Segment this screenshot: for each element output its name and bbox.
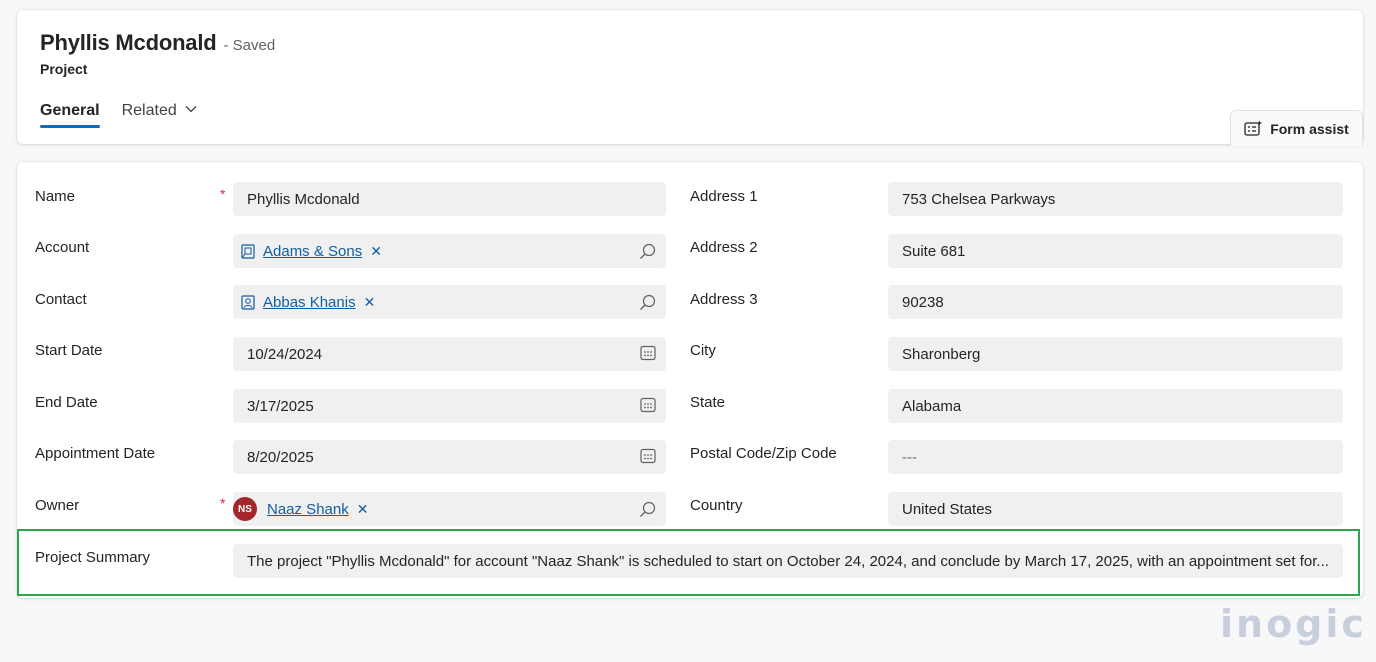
account-link[interactable]: Adams & Sons	[263, 243, 362, 260]
end-date-label: End Date	[35, 394, 98, 411]
account-remove-icon[interactable]: ✕	[370, 243, 382, 260]
state-label: State	[690, 394, 726, 411]
state-value: Alabama	[902, 397, 962, 415]
project-summary-value: The project "Phyllis Mcdonald" for accou…	[247, 552, 1329, 570]
form-assist-icon	[1244, 120, 1263, 136]
project-summary-label: Project Summary	[35, 549, 151, 566]
name-field[interactable]: Phyllis Mcdonald	[233, 182, 666, 216]
form-section: Name * Phyllis Mcdonald Account Adams & …	[17, 162, 1363, 598]
contact-chip: Abbas Khanis ✕	[237, 289, 381, 315]
avatar: NS	[233, 497, 257, 521]
record-header: Phyllis Mcdonald - Saved Project General…	[17, 10, 1363, 146]
tab-general-label: General	[40, 102, 100, 119]
postal-code-field[interactable]: ---	[888, 440, 1343, 474]
postal-code-value: ---	[902, 448, 917, 466]
contact-lookup[interactable]: Abbas Khanis ✕	[233, 285, 666, 319]
address3-label: Address 3	[690, 291, 758, 308]
name-required-marker: *	[220, 186, 226, 202]
account-lookup[interactable]: Adams & Sons ✕	[233, 234, 666, 268]
start-date-field[interactable]: 10/24/2024	[233, 337, 666, 371]
address1-label: Address 1	[690, 188, 758, 205]
save-status: - Saved	[223, 37, 276, 54]
appointment-date-label: Appointment Date	[35, 445, 156, 462]
address1-field[interactable]: 753 Chelsea Parkways	[888, 182, 1343, 216]
owner-chip: NS Naaz Shank ✕	[233, 496, 374, 522]
address1-value: 753 Chelsea Parkways	[902, 190, 1056, 208]
form-tabs: General Related	[40, 102, 219, 134]
contact-label: Contact	[35, 291, 87, 308]
brand-watermark: inogic	[1220, 602, 1367, 646]
end-date-field[interactable]: 3/17/2025	[233, 389, 666, 423]
tab-general[interactable]: General	[40, 102, 100, 134]
tab-related-label: Related	[121, 102, 177, 119]
country-label: Country	[690, 497, 743, 514]
account-chip: Adams & Sons ✕	[237, 238, 388, 264]
address2-value: Suite 681	[902, 242, 966, 260]
form-assist-button[interactable]: Form assist	[1230, 110, 1363, 146]
owner-required-marker: *	[220, 495, 226, 511]
project-summary-field[interactable]: The project "Phyllis Mcdonald" for accou…	[233, 544, 1343, 578]
appointment-date-field[interactable]: 8/20/2025	[233, 440, 666, 474]
entity-name: Project	[40, 61, 88, 77]
owner-lookup[interactable]: NS Naaz Shank ✕	[233, 492, 666, 526]
owner-label: Owner	[35, 497, 80, 514]
calendar-icon[interactable]	[640, 397, 656, 413]
contact-link[interactable]: Abbas Khanis	[263, 294, 356, 311]
record-title: Phyllis Mcdonald	[40, 30, 217, 55]
calendar-icon[interactable]	[640, 345, 656, 361]
country-field[interactable]: United States	[888, 492, 1343, 526]
calendar-icon[interactable]	[640, 448, 656, 464]
address3-value: 90238	[902, 293, 944, 311]
city-label: City	[690, 342, 716, 359]
appointment-date-value: 8/20/2025	[247, 448, 314, 466]
country-value: United States	[902, 500, 993, 518]
address2-label: Address 2	[690, 239, 758, 256]
owner-link[interactable]: Naaz Shank	[267, 501, 349, 518]
name-label: Name	[35, 188, 76, 205]
search-icon[interactable]	[639, 294, 656, 311]
owner-remove-icon[interactable]: ✕	[357, 501, 369, 518]
state-field[interactable]: Alabama	[888, 389, 1343, 423]
tab-related[interactable]: Related	[122, 102, 197, 134]
contact-entity-icon	[241, 294, 255, 310]
account-entity-icon	[241, 243, 255, 259]
start-date-label: Start Date	[35, 342, 103, 359]
city-value: Sharonberg	[902, 345, 981, 363]
search-icon[interactable]	[639, 501, 656, 518]
title-row: Phyllis Mcdonald - Saved	[40, 30, 275, 56]
form-assist-label: Form assist	[1270, 120, 1349, 137]
search-icon[interactable]	[639, 243, 656, 260]
address2-field[interactable]: Suite 681	[888, 234, 1343, 268]
contact-remove-icon[interactable]: ✕	[364, 294, 376, 311]
postal-code-label: Postal Code/Zip Code	[690, 445, 837, 462]
start-date-value: 10/24/2024	[247, 345, 323, 363]
chevron-down-icon	[185, 106, 197, 113]
account-label: Account	[35, 239, 90, 256]
address3-field[interactable]: 90238	[888, 285, 1343, 319]
city-field[interactable]: Sharonberg	[888, 337, 1343, 371]
end-date-value: 3/17/2025	[247, 397, 314, 415]
name-value: Phyllis Mcdonald	[247, 190, 360, 208]
